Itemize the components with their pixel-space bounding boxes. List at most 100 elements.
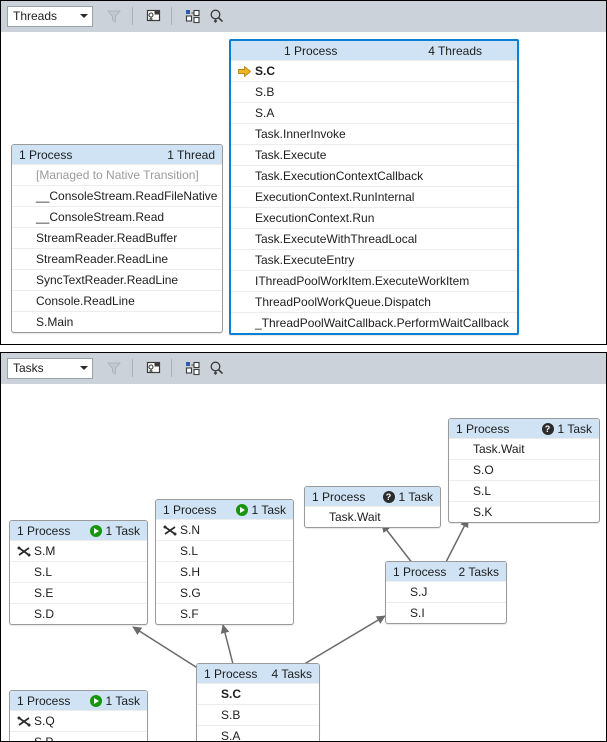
stack-frame-row[interactable]: S.J <box>386 581 506 602</box>
task-box-n[interactable]: 1 Process 1 Task S.N S.L S.H S.G S.F <box>155 499 294 625</box>
stack-frame-row[interactable]: Task.ExecuteEntry <box>231 249 517 270</box>
stack-frame-row[interactable]: StreamReader.ReadBuffer <box>12 227 222 248</box>
process-count-label: 1 Process <box>312 489 366 504</box>
active-thread-icon <box>17 716 34 727</box>
task-count-label: 2 Tasks <box>458 564 499 579</box>
thread-count-label: 1 Thread <box>167 147 215 162</box>
stack-frame-row[interactable]: S.F <box>156 603 293 624</box>
stack-frame-row[interactable]: ExecutionContext.RunInternal <box>231 186 517 207</box>
box-header: 1 Process ? 1 Task <box>449 419 599 438</box>
stack-frame-row[interactable]: S.L <box>449 480 599 501</box>
threads-view-combobox[interactable]: Threads <box>7 5 93 27</box>
chevron-down-icon <box>80 366 88 370</box>
show-external-code-icon[interactable] <box>142 357 164 379</box>
tasks-view-combobox[interactable]: Tasks <box>7 357 93 379</box>
threads-panel: Threads 1 Process 1 Thread [Managed to N… <box>0 0 607 345</box>
process-count-label: 1 Process <box>204 666 258 681</box>
stack-frame-row[interactable]: Task.Execute <box>231 144 517 165</box>
task-count-label: 1 Task <box>398 489 433 504</box>
toolbar-separator-1 <box>132 7 133 25</box>
current-frame-arrow-icon <box>238 65 255 77</box>
task-count-label: 1 Task <box>105 693 140 708</box>
stack-frame-row[interactable]: Task.Wait <box>449 438 599 459</box>
threads-toolbar: Threads <box>1 1 606 32</box>
toggle-method-view-icon[interactable] <box>181 5 203 27</box>
box-header: 1 Process 1 Task <box>156 500 293 519</box>
box-header: 1 Process 2 Tasks <box>386 562 506 581</box>
task-box-wait[interactable]: 1 Process ? 1 Task Task.Wait <box>304 486 441 528</box>
stack-frame-row[interactable]: S.O <box>449 459 599 480</box>
filter-icon[interactable] <box>103 5 125 27</box>
running-play-icon <box>235 503 248 516</box>
stack-frame-row[interactable]: Task.ExecutionContextCallback <box>231 165 517 186</box>
threads-main-box[interactable]: 1 Process 1 Thread [Managed to Native Tr… <box>11 144 223 333</box>
process-count-label: 1 Process <box>17 693 71 708</box>
stack-frame-row-active[interactable]: S.Q <box>10 710 147 731</box>
process-count-label: 1 Process <box>284 43 338 58</box>
stack-frame-row[interactable]: S.H <box>156 561 293 582</box>
stack-frame-row[interactable]: S.C <box>197 683 319 704</box>
stack-frame-row[interactable]: S.L <box>156 540 293 561</box>
task-box-q[interactable]: 1 Process 1 Task S.Q S.P <box>9 690 148 741</box>
stack-frame-row[interactable]: S.L <box>10 561 147 582</box>
stack-frame-row-active[interactable]: S.N <box>156 519 293 540</box>
stack-frame-row[interactable]: S.A <box>197 725 319 741</box>
box-header: 1 Process 1 Task <box>10 521 147 540</box>
stack-frame-row[interactable]: __ConsoleStream.ReadFileNative <box>12 185 222 206</box>
process-count-label: 1 Process <box>163 502 217 517</box>
tasks-toolbar: Tasks <box>1 353 606 384</box>
stack-frame-row[interactable]: S.D <box>10 603 147 624</box>
stack-frame-row[interactable]: S.G <box>156 582 293 603</box>
stack-frame-row[interactable]: S.B <box>197 704 319 725</box>
task-count-label: 4 Tasks <box>271 666 312 681</box>
box-header: 1 Process 4 Tasks <box>197 664 319 683</box>
task-box-c[interactable]: 1 Process 4 Tasks S.C S.B S.A <box>196 663 320 741</box>
stack-frame-row[interactable]: S.K <box>449 501 599 522</box>
toggle-method-view-icon[interactable] <box>181 357 203 379</box>
tasks-panel: Tasks 1 Process ? 1 Task Task.Wait S.O S… <box>0 352 607 742</box>
stack-frame-row[interactable]: Task.ExecuteWithThreadLocal <box>231 228 517 249</box>
stack-frame-row[interactable]: [Managed to Native Transition] <box>12 164 222 185</box>
zoom-icon[interactable] <box>205 357 227 379</box>
box-header: 1 Process 1 Thread <box>12 145 222 164</box>
stack-frame-row[interactable]: S.E <box>10 582 147 603</box>
stack-frame-row[interactable]: S.Main <box>12 311 222 332</box>
active-thread-icon <box>163 525 180 536</box>
waiting-question-icon: ? <box>541 422 554 435</box>
task-box-m[interactable]: 1 Process 1 Task S.M S.L S.E S.D <box>9 520 148 625</box>
zoom-icon[interactable] <box>205 5 227 27</box>
thread-count-label: 4 Threads <box>428 43 482 58</box>
stack-frame-row[interactable]: S.B <box>231 81 517 102</box>
stack-frame-row[interactable]: ExecutionContext.Run <box>231 207 517 228</box>
show-external-code-icon[interactable] <box>142 5 164 27</box>
stack-frame-row[interactable]: S.A <box>231 102 517 123</box>
task-count-label: 1 Task <box>251 502 286 517</box>
stack-frame-row[interactable]: StreamReader.ReadLine <box>12 248 222 269</box>
filter-icon[interactable] <box>103 357 125 379</box>
box-header: 1 Process 4 Threads <box>231 41 517 60</box>
stack-frame-row[interactable]: IThreadPoolWorkItem.ExecuteWorkItem <box>231 270 517 291</box>
stack-frame-row[interactable]: _ThreadPoolWaitCallback.PerformWaitCallb… <box>231 312 517 333</box>
stack-frame-row-current[interactable]: S.C <box>231 60 517 81</box>
task-count-label: 1 Task <box>557 421 592 436</box>
stack-frame-row[interactable]: Console.ReadLine <box>12 290 222 311</box>
stack-frame-row[interactable]: __ConsoleStream.Read <box>12 206 222 227</box>
task-box-j[interactable]: 1 Process 2 Tasks S.J S.I <box>385 561 507 624</box>
threads-worker-box[interactable]: 1 Process 4 Threads S.C S.B S.A Task.Inn… <box>229 39 519 335</box>
stack-frame-row[interactable]: ThreadPoolWorkQueue.Dispatch <box>231 291 517 312</box>
process-count-label: 1 Process <box>17 523 71 538</box>
stack-frame-row-active[interactable]: S.M <box>10 540 147 561</box>
stack-frame-row[interactable]: SyncTextReader.ReadLine <box>12 269 222 290</box>
running-play-icon <box>89 524 102 537</box>
box-header: 1 Process 1 Task <box>10 691 147 710</box>
stack-frame-row[interactable]: S.P <box>10 731 147 741</box>
tasks-canvas: 1 Process ? 1 Task Task.Wait S.O S.L S.K… <box>1 384 606 741</box>
stack-frame-row[interactable]: S.I <box>386 602 506 623</box>
toolbar-separator-2 <box>171 7 172 25</box>
process-count-label: 1 Process <box>393 564 447 579</box>
stack-frame-row[interactable]: Task.InnerInvoke <box>231 123 517 144</box>
task-box-k[interactable]: 1 Process ? 1 Task Task.Wait S.O S.L S.K <box>448 418 600 523</box>
stack-frame-row[interactable]: Task.Wait <box>305 506 440 527</box>
process-count-label: 1 Process <box>456 421 510 436</box>
waiting-question-icon: ? <box>382 490 395 503</box>
